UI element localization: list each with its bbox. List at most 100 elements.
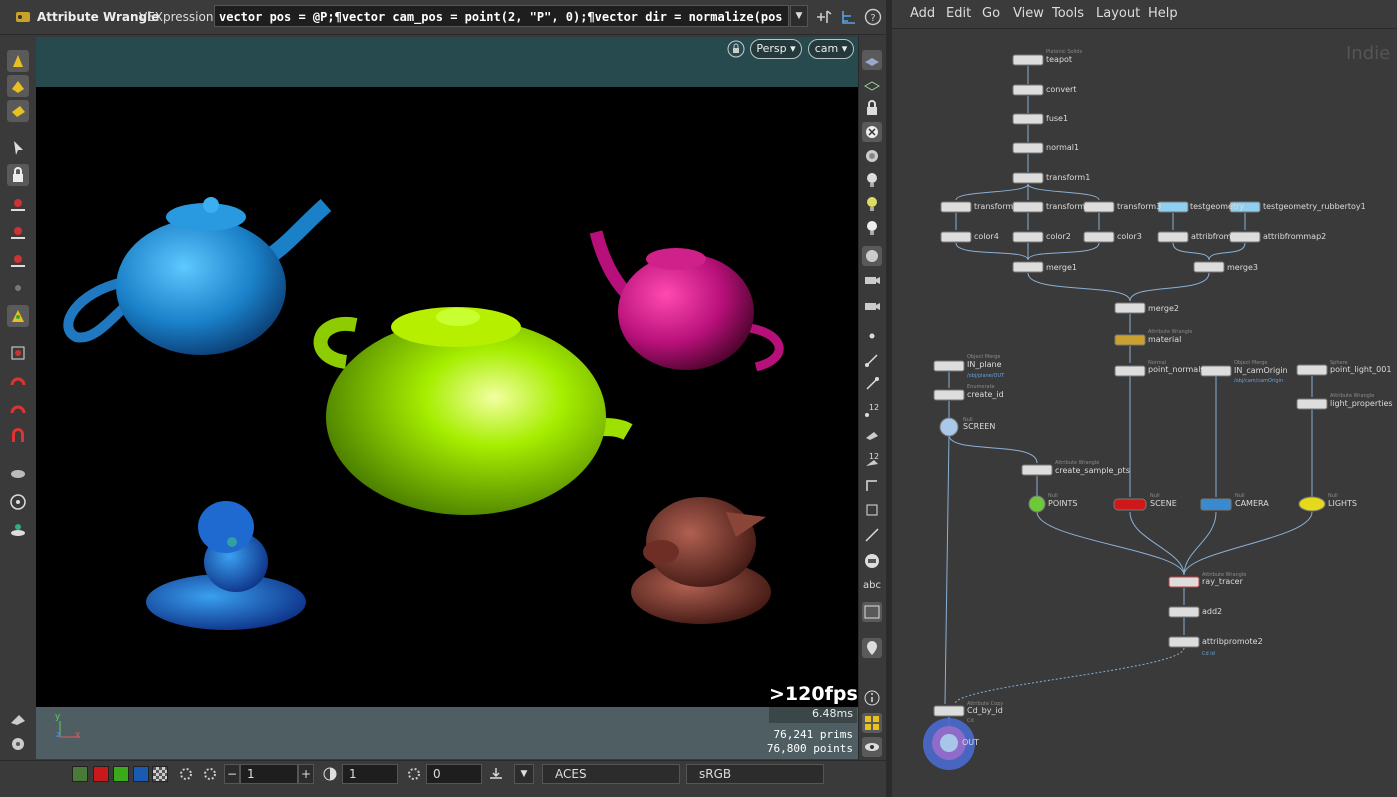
location-marker-icon[interactable]	[862, 638, 882, 658]
red-channel-swatch[interactable]	[93, 766, 109, 782]
label-teapot: teapot	[1046, 55, 1072, 64]
camera-lock-icon[interactable]	[727, 40, 745, 58]
close-icon[interactable]	[862, 122, 882, 142]
wireframe-icon[interactable]	[862, 74, 882, 94]
info-icon[interactable]	[862, 688, 882, 708]
vector-display-icon[interactable]	[862, 374, 882, 394]
uv-display-icon[interactable]	[862, 500, 882, 520]
prim-normal-icon[interactable]	[862, 424, 882, 444]
shading-mode-icon[interactable]	[862, 50, 882, 70]
prim-numbers-icon[interactable]: 12	[862, 450, 882, 470]
hull-display-icon[interactable]	[862, 525, 882, 545]
select-object-icon[interactable]	[7, 50, 29, 72]
display-dropdown[interactable]: sRGB	[686, 764, 824, 784]
headlight-icon[interactable]	[862, 194, 882, 214]
render-view[interactable]	[36, 87, 858, 707]
arrow-select-icon[interactable]	[7, 137, 29, 159]
label-attribfrommap: attribfrommap	[1191, 232, 1249, 241]
contrast-icon[interactable]	[320, 764, 340, 784]
label-testgeometry: testgeometry	[1190, 202, 1244, 211]
label-transform2: transform2	[1046, 202, 1090, 211]
lock-icon[interactable]	[7, 164, 29, 186]
green-channel-swatch[interactable]	[113, 766, 129, 782]
handle-icon[interactable]	[7, 193, 29, 215]
node-fuse1	[1012, 113, 1044, 125]
pose-icon[interactable]	[7, 305, 29, 327]
point-numbers-icon[interactable]: 12	[862, 400, 882, 420]
render-camera-icon[interactable]	[862, 296, 882, 316]
snap-grid-icon[interactable]	[7, 342, 29, 364]
label-path-in-camorigin: /obj/cam/camOrigin	[1234, 378, 1283, 384]
display-flag-icon[interactable]	[7, 707, 29, 729]
node-graph[interactable]: Platonic Solids teapot convert fuse1 nor…	[892, 0, 1397, 797]
node-point-light	[1296, 364, 1328, 376]
lut-gear-icon[interactable]	[404, 764, 424, 784]
node-attribpromote2	[1168, 636, 1200, 648]
offset-field[interactable]: 0	[426, 764, 482, 784]
skull-light-icon[interactable]	[862, 218, 882, 238]
sop-nodes[interactable]	[923, 54, 1328, 770]
label-sub-attribpromote2: Cd id	[1202, 651, 1215, 657]
snap-point-icon[interactable]	[7, 398, 29, 420]
camera-menu[interactable]: cam ▾	[808, 39, 854, 59]
magnet-icon[interactable]	[7, 426, 29, 448]
view-tool-icon[interactable]	[7, 463, 29, 485]
edit-expression-icon[interactable]	[814, 7, 834, 27]
shadow-icon[interactable]	[862, 246, 882, 266]
chevron-down-icon[interactable]: ▼	[790, 5, 808, 27]
edge-display-icon[interactable]	[862, 475, 882, 495]
color-swatch-all[interactable]	[72, 766, 88, 782]
render-region-icon[interactable]	[7, 519, 29, 541]
text-display-icon[interactable]: abc	[862, 580, 882, 591]
background-image-icon[interactable]	[862, 602, 882, 622]
lens-icon[interactable]	[7, 733, 29, 755]
select-points-icon[interactable]	[7, 75, 29, 97]
exposure-gear-icon[interactable]	[176, 764, 196, 784]
light-icon[interactable]	[862, 170, 882, 190]
svg-text:?: ?	[870, 13, 875, 24]
snap-prim-icon[interactable]	[7, 370, 29, 392]
label-attribfrommap2: attribfrommap2	[1263, 232, 1326, 241]
camera-icon[interactable]	[862, 270, 882, 290]
label-ray-tracer: ray_tracer	[1202, 577, 1244, 586]
ghost-icon[interactable]	[862, 146, 882, 166]
perspective-menu[interactable]: Persp ▾	[750, 39, 802, 59]
scale-icon[interactable]	[7, 277, 29, 299]
select-prims-icon[interactable]	[7, 100, 29, 122]
node-camera	[1200, 498, 1232, 511]
node-point-normals	[1114, 365, 1146, 377]
gamma-gear-icon[interactable]	[200, 764, 220, 784]
label-convert: convert	[1046, 85, 1076, 94]
blue-teapot	[63, 197, 332, 355]
node-add2	[1168, 606, 1200, 618]
alpha-channel-swatch[interactable]	[152, 766, 168, 782]
translate-icon[interactable]	[7, 221, 29, 243]
rotate-icon[interactable]	[7, 249, 29, 271]
blue-channel-swatch[interactable]	[133, 766, 149, 782]
camera-orbit-icon[interactable]	[7, 491, 29, 513]
grid-layout-icon[interactable]	[862, 713, 882, 733]
exposure-field[interactable]: 1	[240, 764, 298, 784]
green-teapot	[313, 307, 633, 515]
label-in-plane: IN_plane	[967, 360, 1002, 369]
axis-z-label: z	[56, 730, 61, 740]
decrement-button[interactable]: −	[224, 764, 240, 784]
chevron-down-icon[interactable]: ▼	[514, 764, 534, 784]
node-create-sample-pts	[1021, 464, 1053, 476]
increment-button[interactable]: +	[298, 764, 314, 784]
parameter-tree-icon[interactable]	[839, 7, 859, 27]
normal-display-icon[interactable]	[862, 350, 882, 370]
label-sub-cd-by-id: Cd	[967, 718, 974, 724]
point-display-icon[interactable]	[862, 326, 882, 346]
lock-icon[interactable]	[862, 98, 882, 118]
vex-snippet-field[interactable]: vector pos = @P;¶vector cam_pos = point(…	[214, 5, 789, 27]
node-transform1	[1012, 172, 1044, 184]
node-merge2	[1114, 302, 1146, 314]
colorspace-dropdown[interactable]: ACES	[542, 764, 680, 784]
visibility-eye-icon[interactable]	[862, 737, 882, 757]
label-merge1: merge1	[1046, 263, 1077, 272]
gamma-field[interactable]: 1	[342, 764, 398, 784]
adjust-range-icon[interactable]	[486, 764, 506, 784]
template-icon[interactable]	[862, 551, 882, 571]
help-icon[interactable]: ?	[863, 7, 883, 27]
